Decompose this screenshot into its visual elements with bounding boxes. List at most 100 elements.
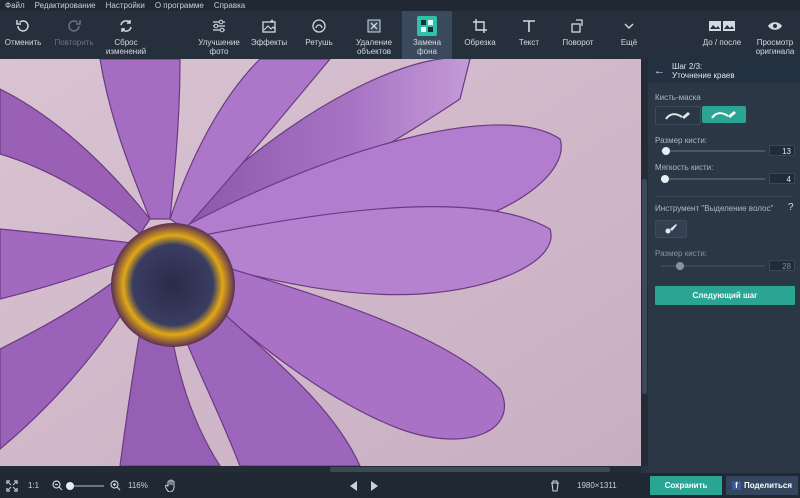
menu-bar: Файл Редактирование Настройки О программ… (0, 0, 800, 11)
text-button[interactable]: Текст (506, 11, 552, 59)
remove-objects-label: Удаление объектов (355, 38, 393, 56)
vertical-scrollbar[interactable] (641, 59, 648, 466)
prev-image-icon[interactable] (350, 473, 358, 498)
replace-bg-button[interactable]: Замена фона (402, 11, 452, 59)
hair-tool-button[interactable] (655, 220, 687, 238)
text-label: Текст (518, 38, 540, 47)
zoom-value: 116% (128, 481, 148, 490)
crop-label: Обрезка (464, 38, 496, 47)
retouch-label: Ретушь (305, 38, 333, 47)
undo-button[interactable]: Отменить (0, 11, 46, 59)
enhance-label: Улучшение фото (198, 38, 240, 56)
hair-brush-size-knob[interactable] (676, 262, 684, 270)
undo-label: Отменить (4, 38, 42, 47)
redo-icon (64, 16, 84, 36)
zoom-knob[interactable] (66, 482, 74, 490)
next-image-icon[interactable] (370, 473, 378, 498)
retouch-button[interactable]: Ретушь (294, 11, 344, 59)
fit-screen-icon[interactable] (6, 473, 18, 498)
mask-remove-brush-button[interactable] (655, 106, 701, 125)
effects-label: Эффекты (250, 38, 288, 47)
zoom-in-icon[interactable] (110, 473, 121, 498)
brush-minus-icon (665, 111, 690, 120)
share-button[interactable]: f Поделиться (726, 476, 798, 495)
undo-icon (13, 16, 33, 36)
redo-button[interactable]: Повторить (48, 11, 100, 59)
menu-help[interactable]: Справка (209, 0, 250, 11)
horizontal-scrollbar[interactable] (0, 466, 641, 473)
brush-size-value[interactable]: 13 (769, 145, 795, 156)
more-button[interactable]: Ещё (608, 11, 650, 59)
flower-photo (0, 59, 641, 466)
menu-file[interactable]: Файл (0, 0, 30, 11)
retouch-icon (309, 16, 329, 36)
before-after-label: До / после (702, 38, 742, 47)
image-canvas[interactable] (0, 59, 641, 466)
zoom-out-icon[interactable] (52, 473, 63, 498)
brush-softness-slider[interactable] (661, 175, 765, 183)
brush-size-slider[interactable] (661, 147, 765, 155)
back-arrow-icon[interactable]: ← (654, 65, 665, 77)
chevron-down-icon (619, 16, 639, 36)
trash-icon[interactable] (550, 473, 560, 498)
effects-button[interactable]: Эффекты (244, 11, 294, 59)
panel-header: ← Шаг 2/3: Уточнение краев (648, 59, 800, 83)
brush-softness-value[interactable]: 4 (769, 173, 795, 184)
step-title: Шаг 2/3: (672, 62, 703, 71)
share-label: Поделиться (743, 481, 792, 490)
hair-brush-size-value[interactable]: 28 (769, 260, 795, 271)
status-bar: 1:1 116% 1980×1311 Сохранить f Поделитьс… (0, 473, 800, 498)
enhance-button[interactable]: Улучшение фото (194, 11, 244, 59)
remove-objects-icon (364, 16, 384, 36)
text-icon (519, 16, 539, 36)
menu-settings[interactable]: Настройки (101, 0, 150, 11)
sliders-icon (209, 16, 229, 36)
replace-bg-panel: ← Шаг 2/3: Уточнение краев Кисть-маска Р… (648, 59, 800, 473)
crop-icon (470, 16, 490, 36)
hair-brush-size-slider[interactable] (661, 262, 765, 270)
flower-center (111, 223, 235, 347)
panel-divider (655, 196, 793, 197)
replace-bg-icon (417, 16, 437, 36)
next-step-button[interactable]: Следующий шаг (655, 286, 795, 305)
effects-icon (259, 16, 279, 36)
hair-tool-label: Инструмент "Выделение волос" (655, 204, 774, 213)
vertical-scroll-thumb[interactable] (642, 179, 647, 394)
brush-mask-label: Кисть-маска (655, 93, 701, 102)
reset-icon (116, 16, 136, 36)
brush-softness-knob[interactable] (661, 175, 669, 183)
rotate-button[interactable]: Поворот (554, 11, 602, 59)
actual-size-button[interactable]: 1:1 (28, 473, 39, 498)
redo-label: Повторить (54, 38, 94, 47)
brush-size-knob[interactable] (662, 147, 670, 155)
view-original-label: Просмотр оригинала (755, 38, 795, 56)
replace-bg-label: Замена фона (412, 38, 442, 56)
help-icon[interactable]: ? (788, 202, 794, 213)
hand-tool-icon[interactable] (165, 473, 177, 498)
more-label: Ещё (620, 38, 638, 47)
menu-about[interactable]: О программе (150, 0, 209, 11)
crop-button[interactable]: Обрезка (456, 11, 504, 59)
main-toolbar: Отменить Повторить Сброс изменений Улучш… (0, 11, 800, 59)
reset-button[interactable]: Сброс изменений (100, 11, 152, 59)
zoom-slider[interactable] (66, 482, 104, 490)
brush-softness-label: Мягкость кисти: (655, 163, 714, 172)
save-button[interactable]: Сохранить (650, 476, 722, 495)
reset-label: Сброс изменений (105, 38, 147, 56)
menu-edit[interactable]: Редактирование (30, 0, 101, 11)
brush-size-label: Размер кисти: (655, 136, 708, 145)
brush-plus-icon (711, 110, 736, 119)
view-original-button[interactable]: Просмотр оригинала (750, 11, 800, 59)
rotate-icon (568, 16, 588, 36)
before-after-button[interactable]: До / после (694, 11, 750, 59)
hair-brush-size-label: Размер кисти: (655, 249, 708, 258)
mask-keep-brush-button[interactable] (702, 106, 746, 123)
image-dimensions: 1980×1311 (577, 481, 617, 490)
before-after-icon (707, 16, 737, 36)
facebook-icon: f (731, 481, 741, 490)
horizontal-scroll-thumb[interactable] (330, 467, 610, 472)
remove-objects-button[interactable]: Удаление объектов (348, 11, 400, 59)
hair-brush-icon (665, 224, 677, 234)
rotate-label: Поворот (562, 38, 594, 47)
eye-icon (765, 16, 785, 36)
